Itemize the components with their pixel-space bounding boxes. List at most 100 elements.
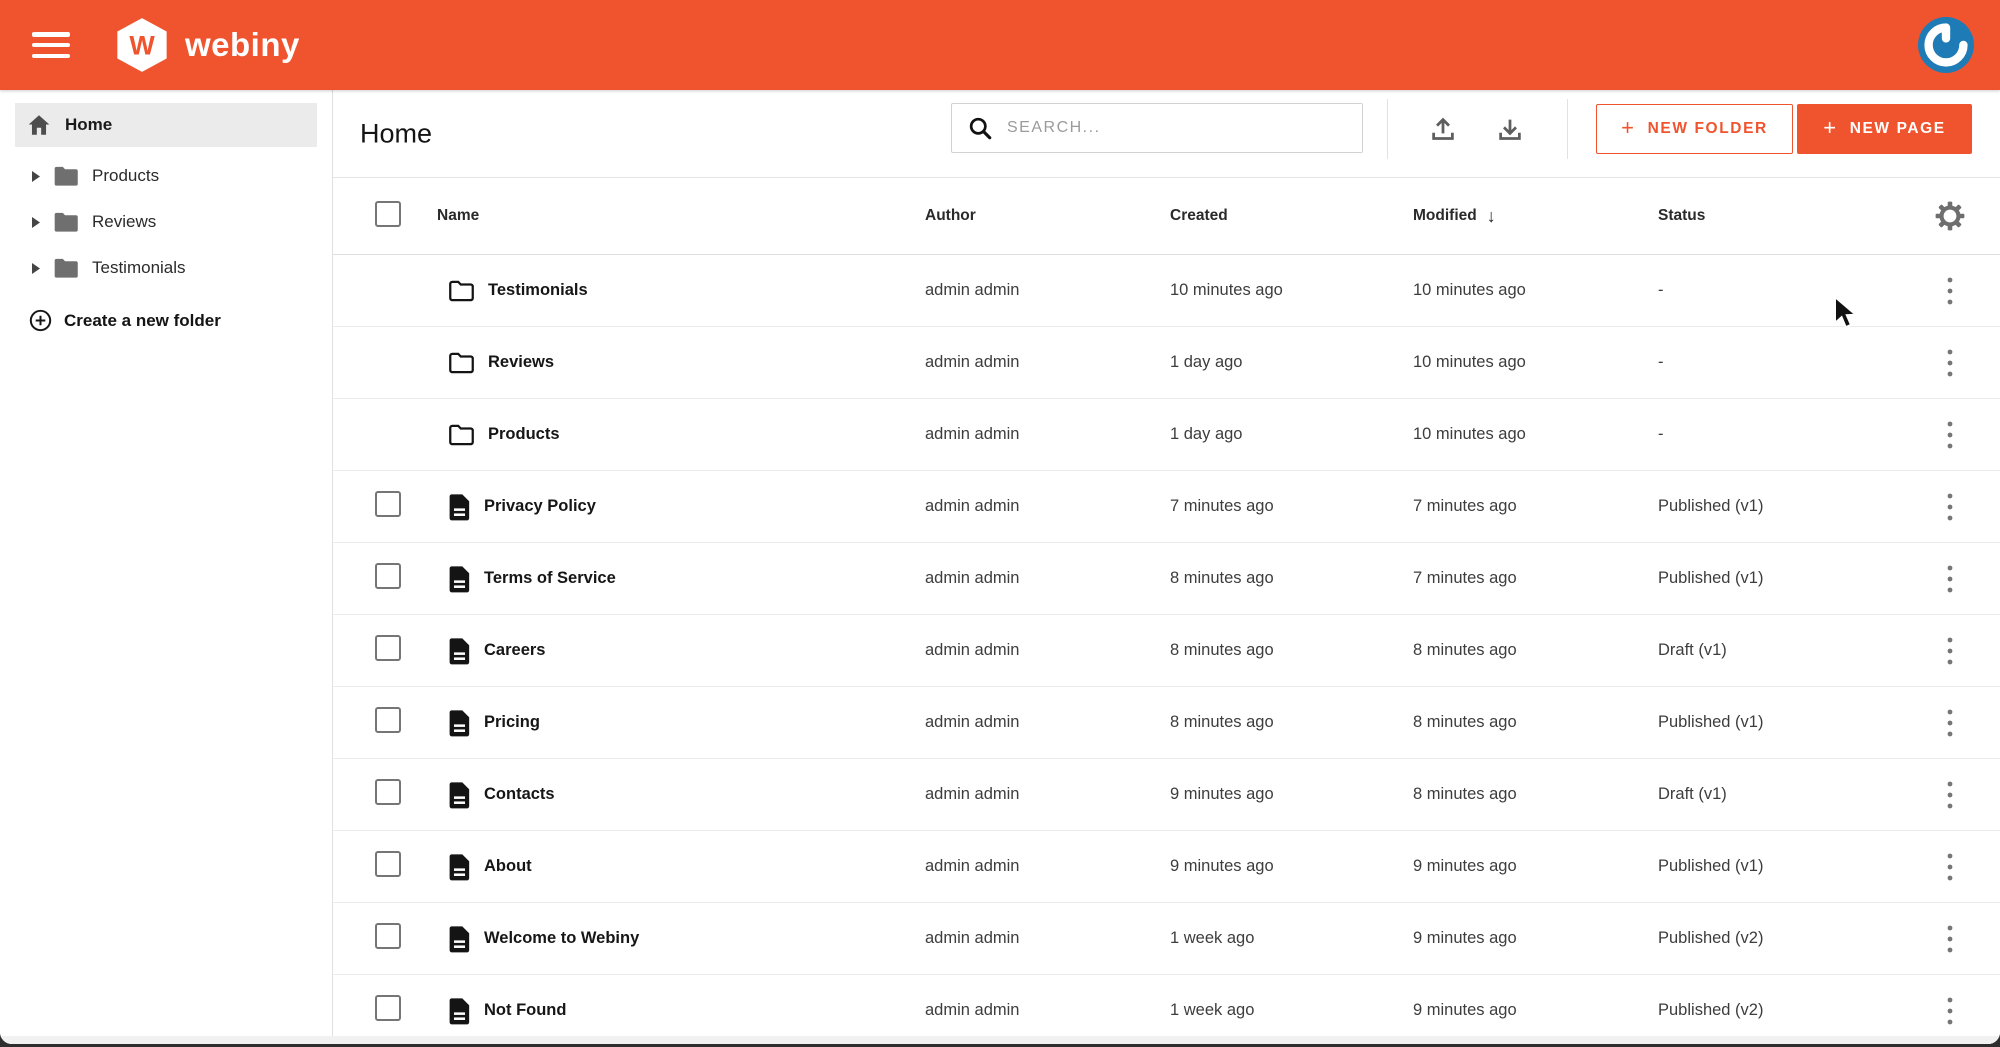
sidebar-folder-label: Products — [92, 166, 159, 186]
row-name[interactable]: Products — [488, 425, 560, 444]
folder-icon — [53, 257, 80, 280]
kebab-menu-icon[interactable] — [1933, 845, 1967, 889]
sidebar-folder-reviews[interactable]: Reviews — [0, 199, 332, 245]
menu-icon[interactable] — [32, 32, 70, 58]
gravatar-icon — [1918, 17, 1974, 73]
column-header-created[interactable]: Created — [1170, 207, 1413, 225]
row-status: Draft (v1) — [1658, 641, 1900, 660]
row-name[interactable]: About — [484, 857, 532, 876]
column-header-status[interactable]: Status — [1658, 207, 1900, 225]
caret-right-icon[interactable] — [31, 262, 41, 275]
table-row[interactable]: Privacy Policy admin admin 7 minutes ago… — [333, 471, 2000, 543]
row-created: 10 minutes ago — [1170, 281, 1413, 300]
export-button[interactable] — [1488, 107, 1532, 151]
table-row[interactable]: About admin admin 9 minutes ago 9 minute… — [333, 831, 2000, 903]
kebab-menu-icon[interactable] — [1933, 413, 1967, 457]
sidebar-folder-testimonials[interactable]: Testimonials — [0, 245, 332, 291]
folder-icon — [448, 423, 475, 447]
row-name[interactable]: Terms of Service — [484, 569, 616, 588]
user-avatar[interactable] — [1918, 17, 1974, 73]
kebab-menu-icon[interactable] — [1933, 701, 1967, 745]
kebab-menu-icon[interactable] — [1933, 269, 1967, 313]
row-status: - — [1658, 281, 1900, 300]
table-row[interactable]: Careers admin admin 8 minutes ago 8 minu… — [333, 615, 2000, 687]
upload-icon — [1428, 114, 1458, 144]
sidebar-item-home[interactable]: Home — [15, 103, 317, 147]
column-header-modified[interactable]: Modified ↓ — [1413, 206, 1658, 227]
select-all-checkbox[interactable] — [375, 201, 401, 227]
table-row[interactable]: Products admin admin 1 day ago 10 minute… — [333, 399, 2000, 471]
row-checkbox[interactable] — [375, 635, 401, 661]
sort-desc-icon[interactable]: ↓ — [1487, 206, 1496, 227]
webiny-logo[interactable]: W webiny — [114, 15, 300, 75]
row-status: Published (v1) — [1658, 713, 1900, 732]
column-header-author[interactable]: Author — [925, 207, 1170, 225]
table-row[interactable]: Reviews admin admin 1 day ago 10 minutes… — [333, 327, 2000, 399]
table-header: Name Author Created Modified ↓ Status — [333, 178, 2000, 255]
table-row[interactable]: Testimonials admin admin 10 minutes ago … — [333, 255, 2000, 327]
table-row[interactable]: Contacts admin admin 9 minutes ago 8 min… — [333, 759, 2000, 831]
kebab-menu-icon[interactable] — [1933, 989, 1967, 1033]
row-name[interactable]: Pricing — [484, 713, 540, 732]
row-name[interactable]: Testimonials — [488, 281, 588, 300]
row-checkbox[interactable] — [375, 779, 401, 805]
sidebar-folder-products[interactable]: Products — [0, 153, 332, 199]
table-row[interactable]: Not Found admin admin 1 week ago 9 minut… — [333, 975, 2000, 1044]
row-checkbox[interactable] — [375, 563, 401, 589]
kebab-menu-icon[interactable] — [1933, 557, 1967, 601]
caret-right-icon[interactable] — [31, 216, 41, 229]
folder-icon — [448, 351, 475, 375]
row-author: admin admin — [925, 497, 1170, 516]
bottom-scroll-strip — [0, 1036, 2000, 1044]
caret-right-icon[interactable] — [31, 170, 41, 183]
kebab-menu-icon[interactable] — [1933, 629, 1967, 673]
row-name[interactable]: Reviews — [488, 353, 554, 372]
kebab-menu-icon[interactable] — [1933, 773, 1967, 817]
table-row[interactable]: Pricing admin admin 8 minutes ago 8 minu… — [333, 687, 2000, 759]
download-icon — [1495, 114, 1525, 144]
search-icon — [967, 115, 994, 142]
row-modified: 7 minutes ago — [1413, 569, 1658, 588]
folder-icon — [53, 165, 80, 188]
row-checkbox[interactable] — [375, 995, 401, 1021]
new-page-button[interactable]: + NEW PAGE — [1797, 104, 1972, 154]
kebab-menu-icon[interactable] — [1933, 485, 1967, 529]
row-author: admin admin — [925, 281, 1170, 300]
sidebar-folder-label: Testimonials — [92, 258, 186, 278]
search-input[interactable] — [1007, 104, 1362, 152]
brand-name: webiny — [185, 26, 300, 64]
divider — [1567, 99, 1568, 159]
table-settings-gear-icon[interactable] — [1934, 200, 1966, 232]
row-checkbox[interactable] — [375, 923, 401, 949]
sidebar-home-label: Home — [65, 115, 112, 135]
row-author: admin admin — [925, 713, 1170, 732]
page-icon — [448, 637, 471, 665]
table-row[interactable]: Terms of Service admin admin 8 minutes a… — [333, 543, 2000, 615]
column-header-name[interactable]: Name — [437, 207, 925, 225]
kebab-menu-icon[interactable] — [1933, 917, 1967, 961]
row-checkbox[interactable] — [375, 707, 401, 733]
row-status: Published (v1) — [1658, 497, 1900, 516]
row-modified: 9 minutes ago — [1413, 1001, 1658, 1020]
table-row[interactable]: Welcome to Webiny admin admin 1 week ago… — [333, 903, 2000, 975]
row-modified: 9 minutes ago — [1413, 857, 1658, 876]
row-checkbox[interactable] — [375, 491, 401, 517]
row-created: 1 week ago — [1170, 929, 1413, 948]
modified-label: Modified — [1413, 207, 1477, 225]
row-author: admin admin — [925, 641, 1170, 660]
row-status: Published (v1) — [1658, 569, 1900, 588]
kebab-menu-icon[interactable] — [1933, 341, 1967, 385]
row-name[interactable]: Privacy Policy — [484, 497, 596, 516]
import-button[interactable] — [1421, 107, 1465, 151]
create-new-folder-button[interactable]: Create a new folder — [0, 308, 332, 333]
table-body: Testimonials admin admin 10 minutes ago … — [333, 255, 2000, 1044]
row-name[interactable]: Careers — [484, 641, 545, 660]
create-folder-label: Create a new folder — [64, 311, 221, 331]
row-name[interactable]: Welcome to Webiny — [484, 929, 639, 948]
new-folder-button[interactable]: + NEW FOLDER — [1596, 104, 1793, 154]
row-name[interactable]: Contacts — [484, 785, 555, 804]
row-status: Published (v2) — [1658, 1001, 1900, 1020]
row-checkbox[interactable] — [375, 851, 401, 877]
row-name[interactable]: Not Found — [484, 1001, 566, 1020]
page-title: Home — [360, 118, 432, 149]
